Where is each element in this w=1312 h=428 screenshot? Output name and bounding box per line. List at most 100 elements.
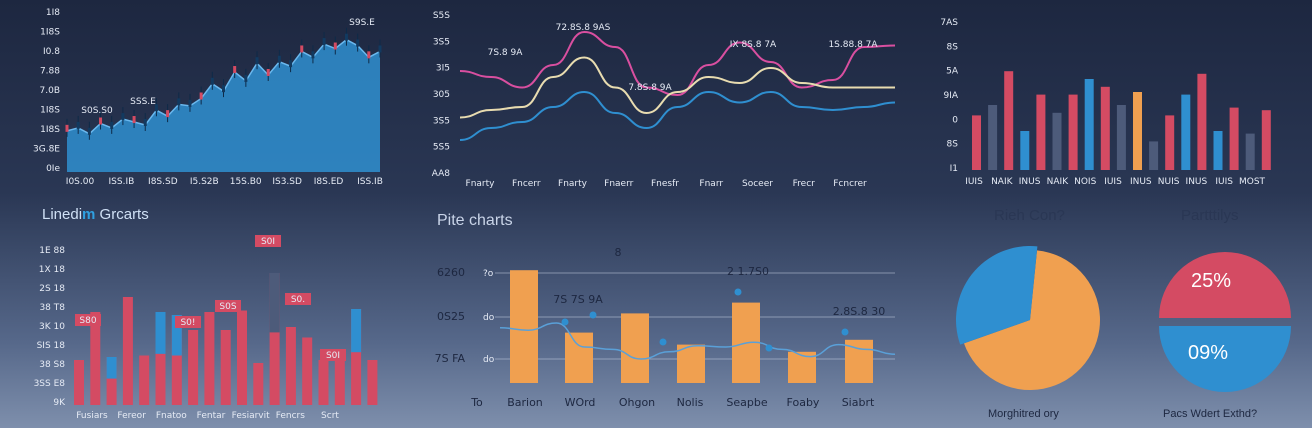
pie1-caption: Morghitred ory: [988, 408, 1059, 420]
candle-body: [143, 118, 147, 126]
bar: [302, 337, 313, 405]
pie1-panel: [945, 240, 1115, 400]
bar: [1116, 105, 1126, 170]
pie1-title: Rieh Con?: [994, 207, 1065, 224]
bar-chart-bottom-left: 1E 88 1X 18 2S 18 38 T8 3K 10 SIS 18 38 S8 3SS …: [34, 235, 378, 421]
x-tick-label: INUS: [1186, 177, 1208, 187]
y-tick-label: S5S: [433, 11, 450, 21]
y-tick-label: 9K: [53, 398, 66, 408]
x-tick-label: Barion: [507, 396, 543, 409]
y-tick-label: I1: [950, 164, 958, 174]
candle-body: [99, 117, 103, 125]
y-tick-label: 7.0B: [40, 86, 61, 96]
annotation-label: IX 8S.8 7A: [730, 40, 777, 50]
x-tick-label: NAIK: [1047, 177, 1070, 187]
x-tick-label: Fcncrer: [833, 179, 867, 189]
annotation-label: S0.: [291, 295, 305, 305]
y-tick-label-right: do: [483, 355, 495, 365]
trend-point: [841, 328, 849, 336]
y-tick-label: 7.88: [40, 67, 60, 77]
y-tick-label: 3S5: [433, 116, 450, 126]
y-tick-label: 3I5: [436, 64, 450, 74]
x-tick-label: Fnarty: [466, 179, 496, 189]
x-tick-label: Frecr: [793, 179, 816, 189]
y-tick-label: 8S: [947, 42, 959, 52]
x-tick-label: NUIS: [1158, 177, 1180, 187]
x-tick-label: To: [470, 396, 483, 409]
y-tick-label: 8S: [947, 140, 959, 150]
area-chart: 1I8 1I8S I0.8 7.88 7.0B 1I8S 1I8S 3G.8E 0Ie S0S.S…: [33, 8, 383, 187]
candle-body: [166, 110, 170, 118]
trend-point: [765, 344, 773, 352]
pie2-title: Partttilys: [1181, 207, 1239, 224]
candle-body: [311, 51, 315, 59]
x-tick-label: Ohgon: [619, 396, 655, 409]
x-tick-label: I8S.SD: [148, 177, 178, 187]
x-tick-label: I0S.00: [66, 177, 95, 187]
candle-body: [177, 98, 181, 106]
y-tick-label: 38 T8: [39, 303, 65, 313]
bar: [1149, 141, 1159, 170]
trend-point: [659, 338, 667, 346]
annotation-label: S9S.E: [349, 18, 375, 28]
bar: [204, 312, 215, 405]
y-tick-label: 9IA: [943, 91, 958, 101]
annotation-label: SSS.E: [130, 97, 156, 107]
y-tick-label: 0S25: [437, 310, 465, 323]
y-tick-label: 1X 18: [39, 265, 65, 275]
pie-chart-2: [1159, 252, 1291, 392]
bar: [972, 115, 981, 170]
trend-point: [589, 311, 597, 319]
pie2-label-bottom: 09%: [1188, 342, 1229, 364]
pie2-label-top: 25%: [1191, 270, 1232, 292]
x-tick-label: Fesiarvit: [232, 411, 270, 421]
candle-body: [378, 45, 382, 53]
candle-body: [65, 124, 69, 132]
x-tick-label: 15S.B0: [230, 177, 262, 187]
y-tick-label: 305: [433, 90, 450, 100]
candle-body: [289, 60, 293, 68]
y-tick-label: SIS 18: [37, 341, 66, 351]
annotation-label: 1S.88.8 7A: [828, 40, 878, 50]
y-tick-label: 3K 10: [39, 322, 65, 332]
bar: [1052, 112, 1062, 170]
bar: [1133, 92, 1142, 170]
candle-body: [87, 127, 91, 135]
candle-body: [222, 85, 225, 93]
annotation-label: 2 1.7S0: [727, 265, 769, 278]
x-tick-label: NAIK: [991, 177, 1014, 187]
bar: [74, 360, 84, 405]
x-tick-label: NOIS: [1074, 177, 1096, 187]
bar: [1100, 86, 1110, 170]
area-chart-panel: 1I8 1I8S I0.8 7.88 7.0B 1I8S 1I8S 3G.8E 0Ie S0S.S…: [0, 0, 395, 195]
candle-body: [344, 33, 348, 41]
y-tick-label: 1E 88: [39, 246, 65, 256]
y-tick-label: 3SS E8: [34, 379, 66, 389]
annotation-label: 8: [615, 246, 622, 259]
pie2-panel: [1140, 240, 1310, 400]
bar-stack: [155, 312, 166, 354]
x-tick-label: Foaby: [787, 396, 820, 409]
x-tick-label: IS3.SD: [272, 177, 302, 187]
bar: [1181, 94, 1191, 170]
y-tick-label: 38 S8: [39, 360, 65, 370]
bar: [1229, 107, 1239, 170]
pie2-caption: Pacs Wdert Exthd?: [1163, 408, 1258, 420]
candle-body: [188, 99, 192, 107]
bar: [1036, 94, 1046, 170]
x-tick-label: Fncerr: [512, 179, 541, 189]
x-tick-label: MOST: [1239, 177, 1266, 187]
y-tick-label: AA8: [432, 169, 451, 179]
y-tick-label: 0: [952, 115, 958, 125]
bar-stack: [269, 273, 280, 333]
bar-stack: [106, 357, 117, 379]
candle-body: [322, 38, 326, 46]
candle-body: [244, 74, 248, 82]
x-tick-label: Fencrs: [276, 411, 306, 421]
y-tick-label-right: ?o: [483, 269, 494, 279]
annotation-label: S0I: [326, 351, 340, 361]
y-tick-label: 5A: [946, 67, 959, 77]
series-line: [459, 90, 896, 141]
bar: [510, 270, 538, 383]
x-tick-label: Fnarr: [699, 179, 723, 189]
